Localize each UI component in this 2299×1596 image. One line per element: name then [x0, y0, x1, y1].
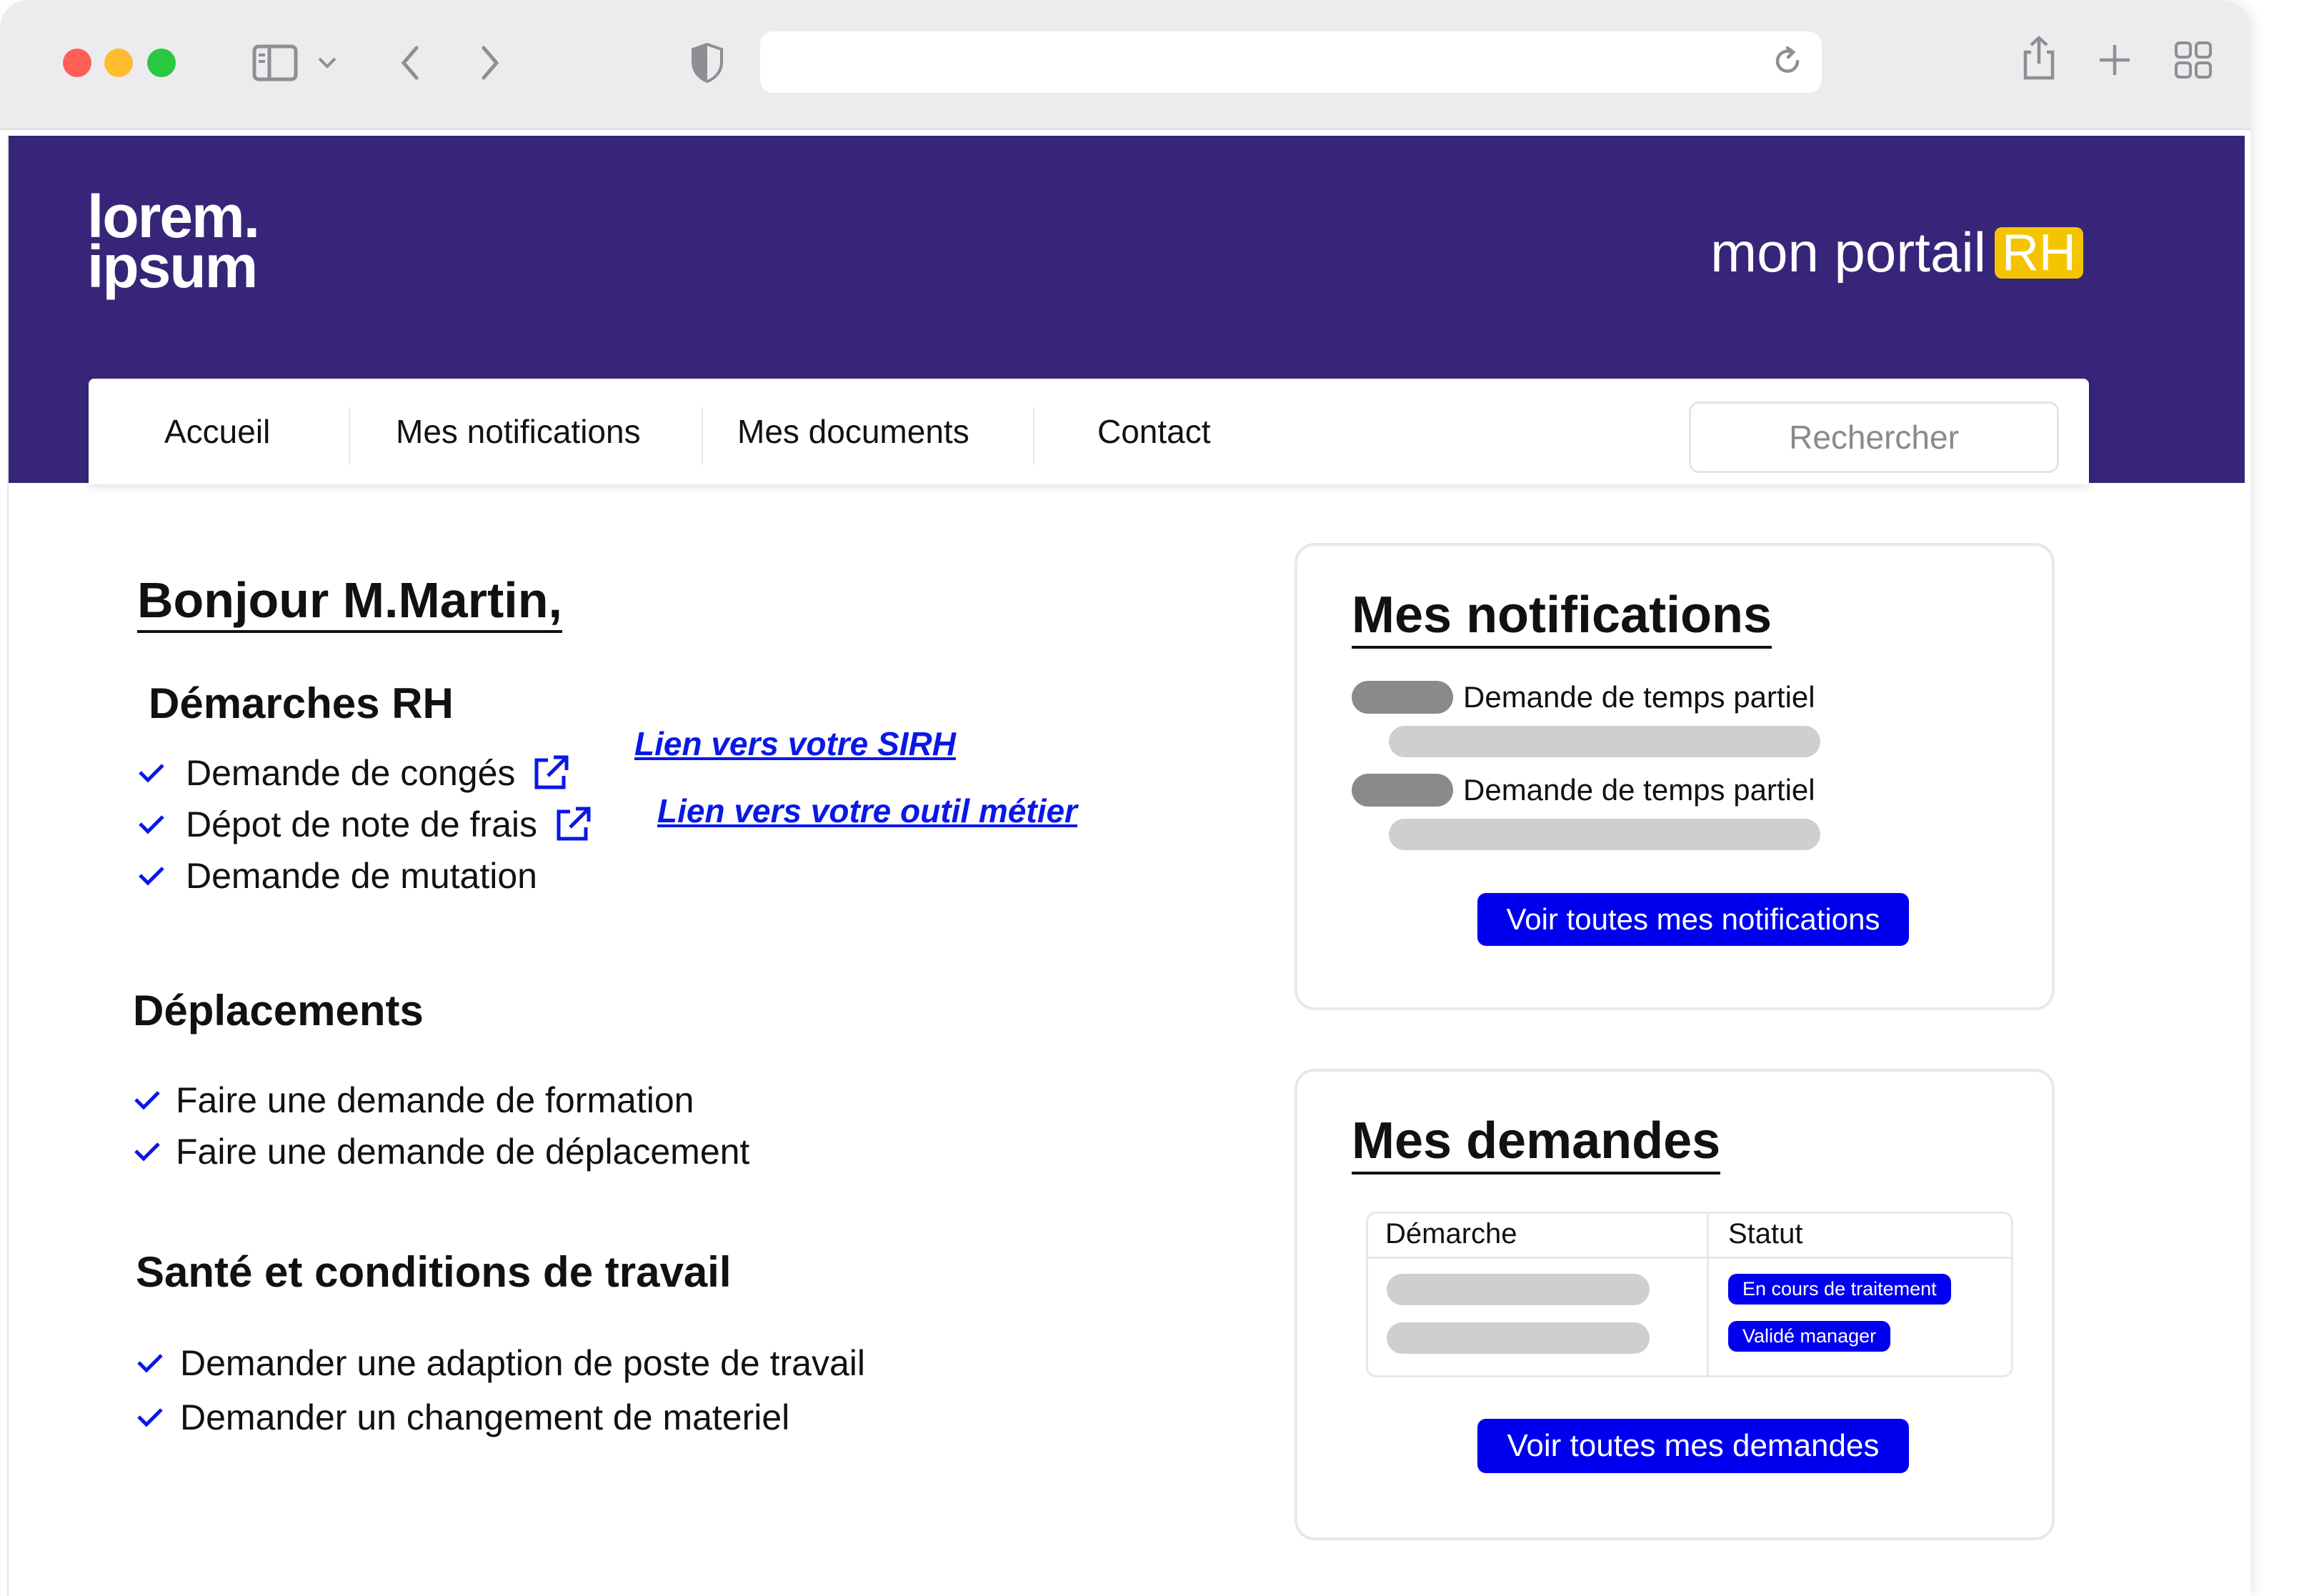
check-icon — [139, 815, 164, 834]
list-item[interactable]: Demander un changement de materiel — [136, 1390, 865, 1445]
notification-tag-placeholder — [1352, 774, 1453, 807]
browser-window: lorem. ipsum mon portail RH Accueil Mes … — [0, 0, 2250, 1596]
list-item[interactable]: Faire une demande de formation — [133, 1074, 749, 1126]
maximize-window-button[interactable] — [147, 49, 176, 77]
nav-divider — [1033, 407, 1034, 464]
greeting-heading: Bonjour M.Martin, — [137, 572, 562, 633]
nav-item-accueil[interactable]: Accueil — [164, 379, 270, 484]
notifications-card: Mes notifications Demande de temps parti… — [1295, 543, 2055, 1010]
external-link-icon[interactable] — [553, 804, 593, 844]
chevron-down-icon[interactable] — [314, 50, 340, 76]
notification-text: Demande de temps partiel — [1463, 773, 1815, 807]
share-icon[interactable] — [2019, 33, 2059, 83]
close-window-button[interactable] — [63, 49, 91, 77]
minimize-window-button[interactable] — [104, 49, 133, 77]
nav-item-contact[interactable]: Contact — [1097, 379, 1211, 484]
item-adaptation-poste[interactable]: Demander une adaption de poste de travai… — [180, 1342, 865, 1384]
demandes-table: Démarche Statut En cours de traitement V… — [1366, 1212, 2013, 1377]
list-item[interactable]: Demande de congés — [137, 747, 593, 799]
new-tab-icon[interactable] — [2095, 40, 2135, 80]
item-changement-materiel[interactable]: Demander un changement de materiel — [180, 1397, 789, 1438]
section-title-sante: Santé et conditions de travail — [136, 1248, 732, 1296]
item-demande-conges[interactable]: Demande de congés — [186, 752, 515, 794]
nav-divider — [702, 407, 703, 464]
notification-item[interactable]: Demande de temps partiel — [1352, 773, 1815, 807]
link-sirh[interactable]: Lien vers votre SIRH — [634, 724, 956, 763]
table-divider — [1368, 1257, 2011, 1259]
notification-detail-placeholder — [1389, 819, 1820, 850]
portal-title: mon portail RH — [1710, 220, 2083, 285]
web-page: lorem. ipsum mon portail RH Accueil Mes … — [7, 136, 2245, 1596]
main-nav: Accueil Mes notifications Mes documents … — [89, 379, 2089, 484]
check-icon — [137, 1354, 163, 1373]
portal-badge: RH — [1995, 226, 2083, 279]
status-badge: En cours de traitement — [1728, 1274, 1951, 1305]
address-bar[interactable] — [760, 31, 1822, 93]
external-link-icon[interactable] — [531, 753, 571, 793]
nav-item-documents[interactable]: Mes documents — [737, 379, 969, 484]
browser-toolbar — [0, 0, 2250, 130]
nav-divider — [349, 407, 350, 464]
check-icon — [134, 1142, 160, 1162]
table-divider — [1707, 1214, 1709, 1375]
item-demande-deplacement[interactable]: Faire une demande de déplacement — [176, 1131, 749, 1172]
shield-icon[interactable] — [687, 40, 727, 86]
list-item[interactable]: Dépot de note de frais — [137, 799, 593, 850]
link-outil-metier[interactable]: Lien vers votre outil métier — [657, 792, 1077, 830]
status-badge: Validé manager — [1728, 1321, 1891, 1352]
section-title-deplacements: Déplacements — [133, 987, 424, 1034]
column-header-demarche: Démarche — [1385, 1218, 1517, 1250]
demandes-title: Mes demandes — [1352, 1112, 1721, 1174]
notification-detail-placeholder — [1389, 726, 1820, 757]
sidebar-icon[interactable] — [250, 41, 300, 84]
see-all-demandes-button[interactable]: Voir toutes mes demandes — [1477, 1419, 1909, 1473]
notification-item[interactable]: Demande de temps partiel — [1352, 680, 1815, 714]
notification-tag-placeholder — [1352, 681, 1453, 714]
column-header-statut: Statut — [1728, 1218, 1803, 1250]
list-item[interactable]: Demande de mutation — [137, 850, 593, 902]
demarche-placeholder — [1387, 1322, 1650, 1354]
logo[interactable]: lorem. ipsum — [87, 186, 260, 300]
reload-icon[interactable] — [1770, 44, 1805, 79]
item-demande-formation[interactable]: Faire une demande de formation — [176, 1079, 694, 1121]
demandes-card: Mes demandes Démarche Statut En cours de… — [1295, 1069, 2055, 1540]
sante-list: Demander une adaption de poste de travai… — [136, 1336, 865, 1445]
item-note-de-frais[interactable]: Dépot de note de frais — [186, 804, 537, 845]
portal-text: mon portail — [1710, 221, 1986, 284]
demarche-placeholder — [1387, 1274, 1650, 1305]
deplacements-list: Faire une demande de formation Faire une… — [133, 1074, 749, 1177]
list-item[interactable]: Demander une adaption de poste de travai… — [136, 1336, 865, 1390]
check-icon — [134, 1091, 160, 1110]
notification-text: Demande de temps partiel — [1463, 680, 1815, 714]
check-icon — [139, 764, 164, 783]
tabs-overview-icon[interactable] — [2173, 40, 2213, 80]
demarches-rh-list: Demande de congés Dépot de note de frais… — [137, 747, 593, 902]
check-icon — [139, 867, 164, 886]
see-all-notifications-button[interactable]: Voir toutes mes notifications — [1477, 893, 1909, 946]
back-icon[interactable] — [394, 43, 426, 83]
notifications-title: Mes notifications — [1352, 586, 1772, 649]
check-icon — [137, 1408, 163, 1427]
section-title-demarches-rh: Démarches RH — [149, 679, 454, 727]
search-input[interactable]: Rechercher — [1689, 402, 2059, 473]
logo-line-2: ipsum — [87, 233, 258, 300]
nav-item-notifications[interactable]: Mes notifications — [396, 379, 641, 484]
list-item[interactable]: Faire une demande de déplacement — [133, 1126, 749, 1177]
forward-icon[interactable] — [474, 43, 506, 83]
item-demande-mutation[interactable]: Demande de mutation — [186, 855, 537, 897]
